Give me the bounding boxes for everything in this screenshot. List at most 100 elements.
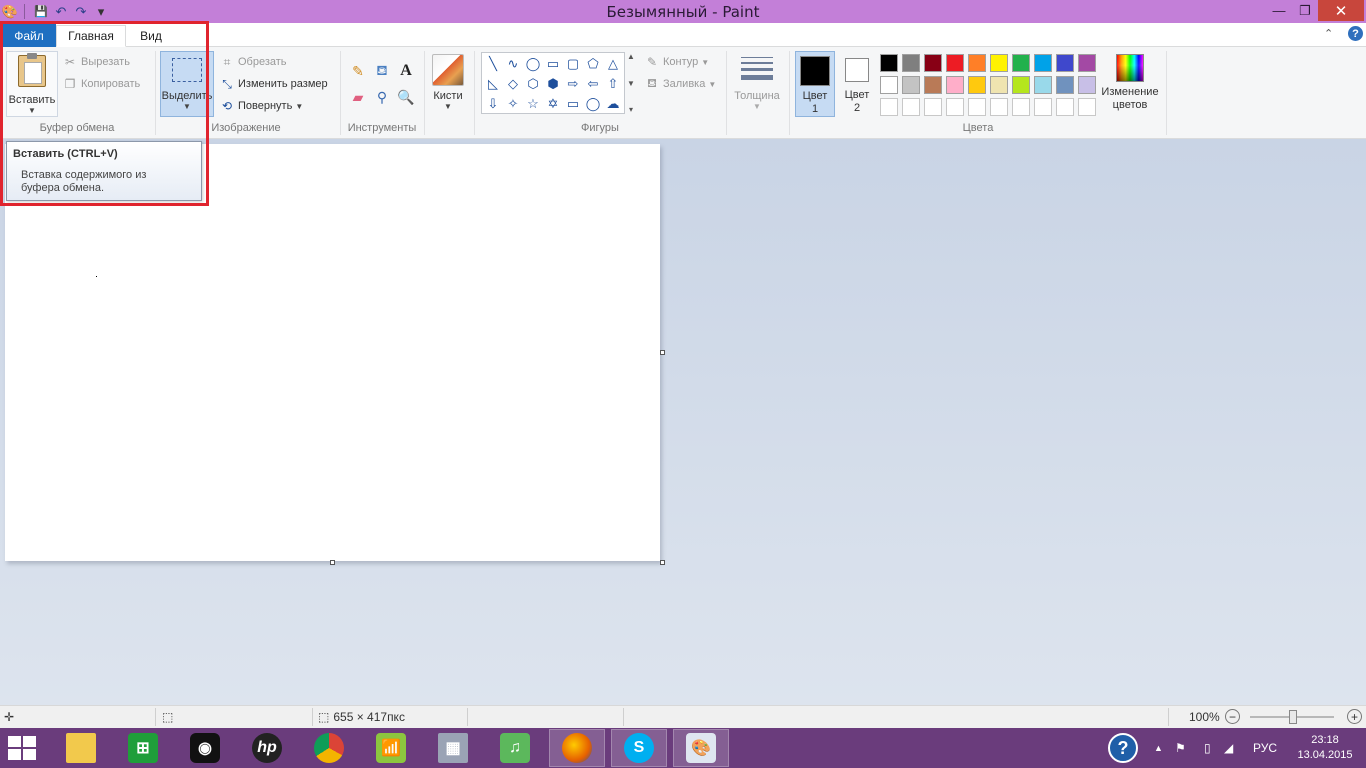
palette-color-swatch[interactable] <box>900 74 922 96</box>
paste-button[interactable]: Вставить ▼ <box>6 51 58 117</box>
shape-four-point-star-icon[interactable]: ✧ <box>503 94 523 114</box>
shape-oval-icon[interactable]: ◯ <box>523 54 543 74</box>
color-picker-icon[interactable]: ⚲ <box>372 87 392 107</box>
palette-color-swatch[interactable] <box>1054 74 1076 96</box>
palette-color-swatch[interactable] <box>1010 52 1032 74</box>
palette-color-swatch[interactable] <box>1076 52 1098 74</box>
shape-pentagon-icon[interactable]: ⬡ <box>523 74 543 94</box>
copy-button[interactable]: ❐ Копировать <box>62 75 141 93</box>
resize-handle-right[interactable] <box>660 350 665 355</box>
palette-color-swatch[interactable] <box>988 96 1010 118</box>
palette-color-swatch[interactable] <box>922 74 944 96</box>
select-button[interactable]: Выделить ▼ <box>160 51 214 117</box>
cut-button[interactable]: ✂ Вырезать <box>62 53 130 71</box>
drawing-canvas[interactable] <box>5 144 660 561</box>
close-icon[interactable]: ✕ <box>1318 0 1364 21</box>
shape-polygon-icon[interactable]: ⬠ <box>583 54 603 74</box>
palette-color-swatch[interactable] <box>1010 74 1032 96</box>
shape-oval-callout-icon[interactable]: ◯ <box>583 94 603 114</box>
palette-color-swatch[interactable] <box>922 52 944 74</box>
shape-diamond-icon[interactable]: ◇ <box>503 74 523 94</box>
network-icon[interactable]: ◢ <box>1224 728 1233 768</box>
palette-color-swatch[interactable] <box>944 74 966 96</box>
resize-handle-corner[interactable] <box>660 560 665 565</box>
scroll-up-icon[interactable]: ▲ <box>627 52 635 61</box>
outline-button[interactable]: ✎ Контур ▼ <box>644 53 709 71</box>
zoom-out-button[interactable]: − <box>1225 709 1240 724</box>
palette-color-swatch[interactable] <box>900 96 922 118</box>
palette-color-swatch[interactable] <box>922 96 944 118</box>
start-button[interactable] <box>8 736 38 760</box>
palette-color-swatch[interactable] <box>1032 96 1054 118</box>
shape-up-arrow-icon[interactable]: ⇧ <box>603 74 623 94</box>
color2-button[interactable]: Цвет 2 <box>837 51 877 117</box>
shape-hexagon-icon[interactable]: ⬢ <box>543 74 563 94</box>
brushes-button[interactable]: Кисти ▼ <box>430 51 466 117</box>
resize-handle-bottom[interactable] <box>330 560 335 565</box>
shape-six-point-star-icon[interactable]: ✡ <box>543 94 563 114</box>
zoom-slider-thumb[interactable] <box>1289 710 1297 724</box>
system-clock[interactable]: 23:18 13.04.2015 <box>1290 733 1360 763</box>
shape-triangle-icon[interactable]: △ <box>603 54 623 74</box>
taskbar-store[interactable]: ⊞ <box>115 729 171 767</box>
tab-view[interactable]: Вид <box>128 25 174 47</box>
taskbar-hp[interactable]: hp <box>239 729 295 767</box>
help-icon[interactable]: ? <box>1348 26 1363 41</box>
restore-icon[interactable]: ❐ <box>1292 0 1318 21</box>
more-shapes-icon[interactable]: ▾ <box>629 105 633 114</box>
palette-color-swatch[interactable] <box>1076 74 1098 96</box>
palette-color-swatch[interactable] <box>944 52 966 74</box>
palette-color-swatch[interactable] <box>1076 96 1098 118</box>
edit-colors-button[interactable]: Изменение цветов <box>1100 51 1160 117</box>
shapes-scrollbar[interactable]: ▲ ▼ ▾ <box>625 52 637 114</box>
palette-color-swatch[interactable] <box>878 74 900 96</box>
taskbar-paint[interactable]: 🎨 <box>673 729 729 767</box>
tab-file[interactable]: Файл <box>2 24 56 47</box>
rotate-button[interactable]: ⟲ Повернуть ▼ <box>219 97 303 115</box>
taskbar-music[interactable]: ♫ <box>487 729 543 767</box>
magnifier-icon[interactable]: 🔍 <box>396 87 416 107</box>
shape-rounded-rectangle-icon[interactable]: ▢ <box>563 54 583 74</box>
fill-button[interactable]: ⛾ Заливка ▼ <box>644 75 716 93</box>
color1-button[interactable]: Цвет 1 <box>795 51 835 117</box>
palette-color-swatch[interactable] <box>878 52 900 74</box>
minimize-icon[interactable]: — <box>1266 0 1292 21</box>
scroll-down-icon[interactable]: ▼ <box>627 79 635 88</box>
shape-right-arrow-icon[interactable]: ⇨ <box>563 74 583 94</box>
shape-rect-callout-icon[interactable]: ▭ <box>563 94 583 114</box>
resize-button[interactable]: ⤡ Изменить размер <box>219 75 327 93</box>
palette-color-swatch[interactable] <box>988 52 1010 74</box>
shape-curve-icon[interactable]: ∿ <box>503 54 523 74</box>
shape-five-point-star-icon[interactable]: ☆ <box>523 94 543 114</box>
size-button[interactable]: Толщина ▼ <box>730 51 784 117</box>
help-tray-icon[interactable]: ? <box>1108 728 1138 768</box>
palette-color-swatch[interactable] <box>988 74 1010 96</box>
tab-home[interactable]: Главная <box>56 25 126 47</box>
palette-color-swatch[interactable] <box>966 74 988 96</box>
battery-icon[interactable]: ▯ <box>1204 728 1211 768</box>
taskbar-firefox[interactable] <box>549 729 605 767</box>
taskbar-chrome[interactable] <box>301 729 357 767</box>
shape-rectangle-icon[interactable]: ▭ <box>543 54 563 74</box>
language-indicator[interactable]: РУС <box>1253 728 1277 768</box>
shape-down-arrow-icon[interactable]: ⇩ <box>483 94 503 114</box>
palette-color-swatch[interactable] <box>1032 74 1054 96</box>
crop-button[interactable]: ⌗ Обрезать <box>219 53 287 71</box>
zoom-in-button[interactable]: + <box>1347 709 1362 724</box>
palette-color-swatch[interactable] <box>1032 52 1054 74</box>
palette-color-swatch[interactable] <box>944 96 966 118</box>
palette-color-swatch[interactable] <box>966 96 988 118</box>
palette-color-swatch[interactable] <box>1010 96 1032 118</box>
taskbar-skype[interactable]: S <box>611 729 667 767</box>
collapse-ribbon-icon[interactable]: ⌃ <box>1324 27 1333 40</box>
palette-color-swatch[interactable] <box>1054 96 1076 118</box>
text-tool-icon[interactable]: A <box>396 61 416 81</box>
taskbar-wifi[interactable]: 📶 <box>363 729 419 767</box>
shape-left-arrow-icon[interactable]: ⇦ <box>583 74 603 94</box>
palette-color-swatch[interactable] <box>1054 52 1076 74</box>
palette-color-swatch[interactable] <box>966 52 988 74</box>
shape-line-icon[interactable]: ╲ <box>483 54 503 74</box>
shape-right-triangle-icon[interactable]: ◺ <box>483 74 503 94</box>
taskbar-explorer[interactable] <box>53 729 109 767</box>
shape-cloud-callout-icon[interactable]: ☁ <box>603 94 623 114</box>
